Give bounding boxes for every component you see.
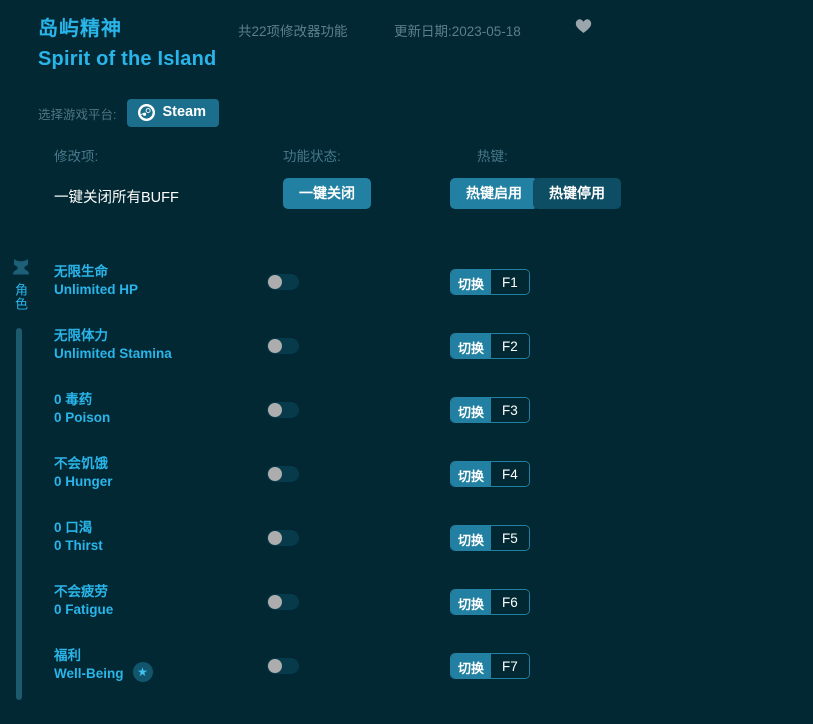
- app-header: 岛屿精神 共22项修改器功能 更新日期:2023-05-18 Spirit of…: [0, 0, 813, 140]
- platform-steam-label: Steam: [162, 104, 207, 121]
- modifier-name-cn: 福利: [54, 648, 81, 663]
- hotkey-disable-button[interactable]: 热键停用: [533, 178, 621, 210]
- modifier-name-block: 0 毒药 0 Poison: [54, 391, 110, 427]
- modifier-name-en: Unlimited Stamina: [54, 346, 172, 361]
- title-row: 岛屿精神: [38, 12, 122, 41]
- modifier-name-en: Unlimited HP: [54, 282, 139, 297]
- star-icon[interactable]: ★: [132, 662, 153, 682]
- modifier-name-cn: 不会疲劳: [54, 584, 108, 599]
- hotkey-action-label: 切换: [451, 590, 492, 614]
- platform-label: 选择游戏平台:: [38, 107, 117, 122]
- hotkey-key-label: F5: [491, 526, 529, 550]
- feature-count-label: 共22项修改器功能: [238, 24, 348, 39]
- modifier-name-en: 0 Thirst: [54, 538, 103, 553]
- close-all-button[interactable]: 一键关闭: [283, 178, 371, 210]
- modifier-labels: 0 毒药 0 Poison: [54, 391, 110, 427]
- hotkey-action-label: 切换: [451, 398, 492, 422]
- toggle-knob: [268, 659, 282, 673]
- modifier-row: 福利 Well-Being ★ 切换 F7: [0, 636, 813, 700]
- modifier-row: 无限体力 Unlimited Stamina 切换 F2: [0, 316, 813, 380]
- hotkey-key-label: F3: [491, 398, 529, 422]
- toggle-knob: [268, 595, 282, 609]
- modifier-name-block: 无限体力 Unlimited Stamina: [54, 327, 172, 363]
- modifier-toggle[interactable]: [267, 338, 299, 354]
- modifier-toggle[interactable]: [267, 274, 299, 290]
- modifier-row: 0 口渴 0 Thirst 切换 F5: [0, 508, 813, 572]
- modifier-name-block: 不会疲劳 0 Fatigue: [54, 583, 113, 619]
- modifier-labels: 无限体力 Unlimited Stamina: [54, 327, 172, 363]
- column-header-state: 功能状态:: [283, 149, 341, 164]
- modifier-labels: 无限生命 Unlimited HP: [54, 263, 138, 299]
- modifier-toggle[interactable]: [267, 530, 299, 546]
- modifier-labels: 福利 Well-Being ★: [54, 647, 153, 683]
- close-all-buffs-label: 一键关闭所有BUFF: [54, 190, 179, 206]
- modifier-name-cn: 0 口渴: [54, 520, 93, 535]
- modifier-name-en: 0 Hunger: [54, 474, 113, 489]
- hotkey-button[interactable]: 切换 F2: [450, 333, 530, 359]
- toggle-knob: [268, 467, 282, 481]
- hotkey-key-label: F7: [491, 654, 529, 678]
- modifier-toggle[interactable]: [267, 466, 299, 482]
- steam-icon: [138, 104, 156, 121]
- platform-steam-button[interactable]: Steam: [127, 99, 220, 127]
- toggle-knob: [268, 403, 282, 417]
- hotkey-button[interactable]: 切换 F7: [450, 653, 530, 679]
- page-title-cn: 岛屿精神: [38, 18, 122, 40]
- modifier-toggle[interactable]: [267, 402, 299, 418]
- modifier-row: 无限生命 Unlimited HP 切换 F1: [0, 252, 813, 316]
- modifier-labels: 不会饥饿 0 Hunger: [54, 455, 113, 491]
- hotkey-action-label: 切换: [451, 526, 492, 550]
- hotkey-button[interactable]: 切换 F4: [450, 461, 530, 487]
- modifier-toggle[interactable]: [267, 658, 299, 674]
- modifier-list: 无限生命 Unlimited HP 切换 F1 无限体力 Unlimited Stamin…: [0, 252, 813, 700]
- modifier-name-block: 不会饥饿 0 Hunger: [54, 455, 113, 491]
- modifier-name-en: 0 Fatigue: [54, 602, 114, 617]
- hotkey-action-label: 切换: [451, 654, 492, 678]
- modifier-toggle[interactable]: [267, 594, 299, 610]
- page-title-en: Spirit of the Island: [38, 48, 217, 70]
- modifier-labels: 0 口渴 0 Thirst: [54, 519, 103, 555]
- hotkey-key-label: F6: [491, 590, 529, 614]
- column-headers: 修改项: 功能状态: 热键:: [0, 145, 813, 167]
- modifier-name-cn: 不会饥饿: [54, 456, 108, 471]
- hotkey-action-label: 切换: [451, 334, 492, 358]
- hotkey-button[interactable]: 切换 F5: [450, 525, 530, 551]
- hotkey-button[interactable]: 切换 F3: [450, 397, 530, 423]
- platform-selector: 选择游戏平台: Steam: [38, 99, 220, 127]
- column-header-hotkey: 热键:: [477, 149, 508, 164]
- hotkey-key-label: F4: [491, 462, 529, 486]
- modifier-name-en: Well-Being: [54, 666, 124, 681]
- hotkey-action-label: 切换: [451, 270, 492, 294]
- modifier-name-en: 0 Poison: [54, 410, 111, 425]
- modifier-name-cn: 无限生命: [54, 264, 108, 279]
- modifier-name-block: 0 口渴 0 Thirst: [54, 519, 103, 555]
- toggle-knob: [268, 531, 282, 545]
- hotkey-key-label: F2: [491, 334, 529, 358]
- hotkey-key-label: F1: [491, 270, 529, 294]
- modifier-name-cn: 0 毒药: [54, 392, 93, 407]
- hotkey-button[interactable]: 切换 F1: [450, 269, 530, 295]
- hotkey-action-label: 切换: [451, 462, 492, 486]
- modifier-name-block: 福利 Well-Being: [54, 647, 124, 683]
- toggle-knob: [268, 275, 282, 289]
- modifier-name-cn: 无限体力: [54, 328, 108, 343]
- column-header-modifier: 修改项:: [54, 149, 99, 164]
- hotkey-button[interactable]: 切换 F6: [450, 589, 530, 615]
- modifier-row: 不会饥饿 0 Hunger 切换 F4: [0, 444, 813, 508]
- toggle-knob: [268, 339, 282, 353]
- heart-icon[interactable]: [575, 18, 592, 37]
- update-date-label: 更新日期:2023-05-18: [394, 24, 521, 39]
- modifier-row: 0 毒药 0 Poison 切换 F3: [0, 380, 813, 444]
- modifier-labels: 不会疲劳 0 Fatigue: [54, 583, 113, 619]
- modifier-name-block: 无限生命 Unlimited HP: [54, 263, 138, 299]
- modifier-row: 不会疲劳 0 Fatigue 切换 F6: [0, 572, 813, 636]
- global-controls-row: 一键关闭所有BUFF 一键关闭 热键启用 热键停用: [0, 176, 813, 216]
- hotkey-enable-button[interactable]: 热键启用: [450, 178, 538, 210]
